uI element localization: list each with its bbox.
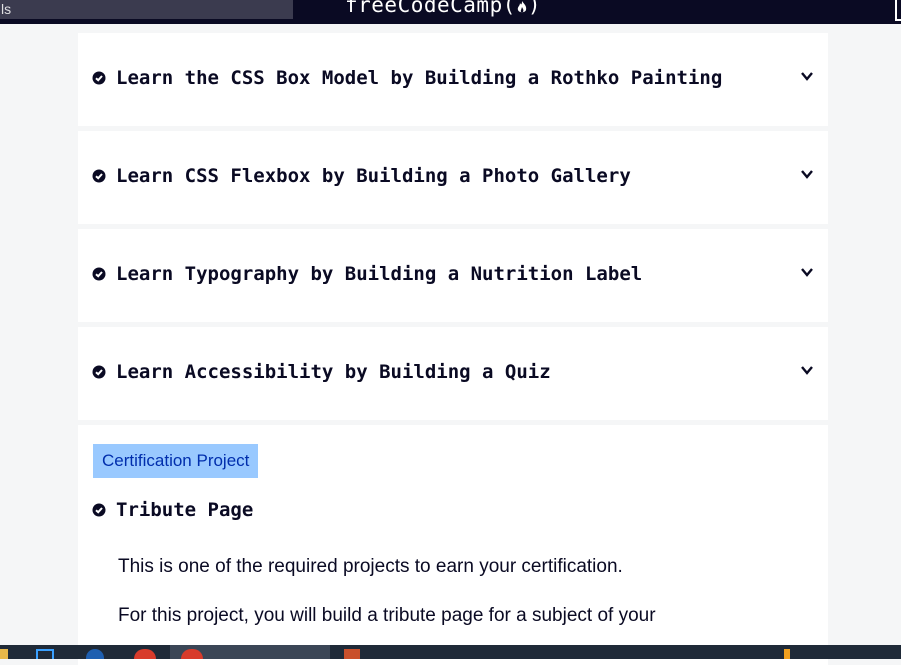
block-title: Learn Accessibility by Building a Quiz: [116, 361, 551, 383]
check-circle-icon: [92, 503, 106, 517]
logo-paren: ): [527, 0, 542, 17]
tribute-page-link[interactable]: Tribute Page: [92, 499, 253, 521]
project-description: This is one of the required projects to …: [118, 556, 623, 577]
check-circle-icon: [92, 71, 106, 85]
check-circle-icon: [92, 365, 106, 379]
taskbar-icon[interactable]: [86, 649, 104, 659]
chevron-down-icon[interactable]: [800, 265, 814, 279]
fcc-logo[interactable]: freeCodeCamp(): [345, 0, 541, 17]
taskbar-icon[interactable]: [344, 649, 360, 659]
block-title: Learn Typography by Building a Nutrition…: [116, 263, 643, 285]
taskbar-icon[interactable]: [0, 649, 8, 659]
check-circle-icon: [92, 267, 106, 281]
logo-text: freeCodeCamp(: [345, 0, 516, 17]
chevron-down-icon[interactable]: [800, 167, 814, 181]
flame-icon: [517, 1, 527, 13]
project-title: Tribute Page: [116, 499, 254, 521]
os-taskbar: [0, 645, 901, 659]
check-circle-icon: [92, 169, 106, 183]
taskbar-icon[interactable]: [36, 649, 54, 659]
project-description: For this project, you will build a tribu…: [118, 605, 656, 626]
certification-project-block: Certification Project Tribute Page This …: [78, 425, 828, 665]
curriculum-blocks: Learn the CSS Box Model by Building a Ro…: [78, 33, 828, 665]
menu-button[interactable]: [895, 0, 901, 21]
certification-badge: Certification Project: [93, 444, 259, 478]
block-typography[interactable]: Learn Typography by Building a Nutrition…: [78, 229, 828, 322]
chevron-down-icon[interactable]: [800, 69, 814, 83]
block-title: Learn the CSS Box Model by Building a Ro…: [116, 67, 723, 89]
block-css-flexbox[interactable]: Learn CSS Flexbox by Building a Photo Ga…: [78, 131, 828, 224]
block-accessibility[interactable]: Learn Accessibility by Building a Quiz: [78, 327, 828, 420]
search-input[interactable]: ls: [0, 0, 293, 19]
taskbar-icon[interactable]: [784, 649, 790, 659]
block-title: Learn CSS Flexbox by Building a Photo Ga…: [116, 165, 631, 187]
block-css-box-model[interactable]: Learn the CSS Box Model by Building a Ro…: [78, 33, 828, 126]
chevron-down-icon[interactable]: [800, 363, 814, 377]
taskbar-icon[interactable]: [134, 649, 156, 659]
top-navbar: ls freeCodeCamp(): [0, 0, 901, 24]
